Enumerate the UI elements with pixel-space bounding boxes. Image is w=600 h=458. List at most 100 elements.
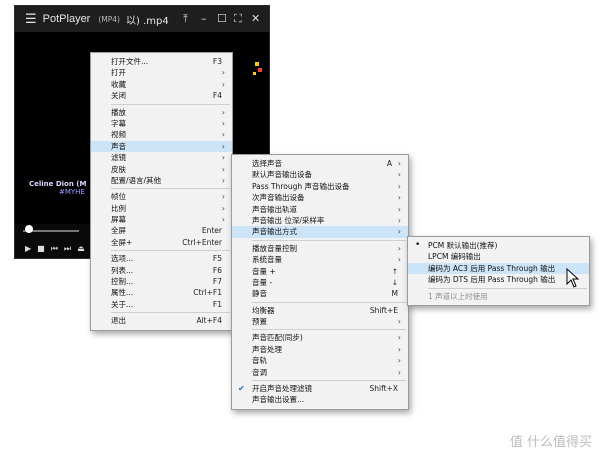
menu-item-label: 编码为 AC3 后用 Pass Through 输出 [428, 263, 556, 273]
menu-item-shortcut: Shift+X [369, 384, 398, 394]
menu-item[interactable]: • PCM 默认输出(推荐) [408, 240, 589, 251]
menu-item[interactable]: 声音输出方式 › [232, 226, 408, 238]
menu-item-label: 关闭 [111, 91, 126, 101]
menu-item[interactable]: 默认声音输出设备 › [232, 169, 408, 180]
menu-item[interactable]: 关于... F1 [91, 299, 232, 310]
menu-item[interactable]: 编码为 DTS 后用 Pass Through 输出 [408, 274, 589, 285]
menu-item[interactable]: LPCM 编码输出 [408, 251, 589, 262]
submenu-arrow-icon: › [397, 215, 401, 225]
submenu-arrow-icon: › [221, 192, 225, 202]
menu-item-label: 开启声音处理滤镜 [252, 384, 312, 394]
menu-item[interactable]: 均衡器 Shift+E [232, 305, 408, 316]
menu-item-label: 视频 [111, 130, 126, 140]
menu-item[interactable]: 退出 Alt+F4 [91, 315, 232, 326]
submenu-arrow-icon: › [397, 333, 401, 343]
menu-item-shortcut: Shift+E [369, 305, 398, 315]
menu-item[interactable]: 打开 › [91, 67, 232, 78]
menu-item-label: 声音输出轨道 [252, 204, 297, 214]
menu-item-label: 收藏 [111, 79, 126, 89]
menu-item[interactable]: 打开文件... F3 [91, 56, 232, 67]
menu-item: 1 声道以上时使用 [408, 291, 589, 302]
menu-item[interactable]: 次声音输出设备 › [232, 192, 408, 203]
menu-item[interactable]: 音量 - ↓ [232, 277, 408, 288]
stop-icon[interactable]: ■ [37, 244, 45, 254]
submenu-sound: 选择声音 A › 默认声音输出设备 › Pass Through 声音输出设备 › 次声音输出… [231, 154, 409, 410]
menu-item[interactable]: 收藏 › [91, 79, 232, 90]
menu-item[interactable]: 控制... F7 [91, 276, 232, 287]
minimize-icon[interactable]: – [201, 12, 207, 25]
menu-item-label: 均衡器 [252, 305, 275, 315]
app-title: PotPlayer [42, 13, 91, 25]
menu-item[interactable]: 声音输出轨道 › [232, 204, 408, 215]
menu-item[interactable]: 屏幕 › [91, 214, 232, 225]
menu-item[interactable]: ✔ 开启声音处理滤镜 Shift+X [232, 383, 408, 394]
maximize-icon[interactable]: ☐ [217, 12, 227, 25]
menu-item-shortcut: F1 [212, 299, 222, 309]
hamburger-icon[interactable]: ☰ [25, 12, 37, 27]
menu-item[interactable]: 声音处理 › [232, 344, 408, 355]
menu-item[interactable]: 比例 › [91, 203, 232, 214]
menu-item-label: 控制... [111, 277, 134, 287]
menu-item[interactable]: 音量 + ↑ [232, 266, 408, 277]
menu-item[interactable]: 关闭 F4 [91, 90, 232, 101]
menu-item-shortcut: Ctrl+Enter [182, 237, 222, 247]
pin-icon[interactable]: ⤒ [183, 12, 188, 26]
submenu-arrow-icon: › [221, 118, 225, 128]
menu-item-label: 全屏+ [111, 237, 133, 247]
menu-item[interactable]: 声音输出设置... [232, 394, 408, 405]
seek-handle[interactable] [25, 225, 33, 233]
menu-item[interactable]: 播放 › [91, 107, 232, 118]
menu-item[interactable]: 列表... F6 [91, 265, 232, 276]
video-caption: Celine Dion (M [29, 180, 87, 188]
close-icon[interactable]: ✕ [251, 12, 260, 25]
menu-item-shortcut: F7 [212, 277, 222, 287]
menu-item[interactable]: 静音 M [232, 288, 408, 299]
menu-item[interactable]: 全屏+ Ctrl+Enter [91, 237, 232, 248]
menu-item[interactable]: 帧位 › [91, 191, 232, 202]
menu-item-label: 字幕 [111, 118, 126, 128]
menu-item[interactable]: 预置 › [232, 316, 408, 327]
menu-item[interactable]: 字幕 › [91, 118, 232, 129]
menu-item[interactable]: 皮肤 › [91, 164, 232, 175]
previous-icon[interactable]: ⏮ [51, 244, 58, 254]
menu-item-shortcut: ↓ [391, 277, 398, 287]
menu-item[interactable]: 声音匹配(同步) › [232, 332, 408, 343]
menu-item-label: 声音处理 [252, 344, 282, 354]
submenu-arrow-icon: › [397, 367, 401, 377]
menu-item-shortcut: F4 [212, 91, 222, 101]
menu-item[interactable]: 全屏 Enter [91, 225, 232, 236]
submenu-arrow-icon: › [397, 193, 401, 203]
menu-item[interactable]: Pass Through 声音输出设备 › [232, 181, 408, 192]
fullscreen-icon[interactable]: ⛶ [234, 12, 242, 26]
menu-item[interactable]: 选项... F5 [91, 253, 232, 264]
menu-item[interactable]: 编码为 AC3 后用 Pass Through 输出 [408, 262, 589, 275]
next-icon[interactable]: ⏭ [64, 244, 71, 254]
submenu-arrow-icon: › [221, 141, 225, 151]
menu-item[interactable]: 系统音量 › [232, 254, 408, 265]
menu-item[interactable]: 音轨 › [232, 355, 408, 366]
menu-item-label: 预置 [252, 317, 267, 327]
menu-item[interactable]: 声音 › [91, 140, 232, 153]
menu-item[interactable]: 选择声音 A › [232, 158, 408, 169]
video-light [253, 72, 256, 75]
menu-separator [111, 188, 230, 190]
menu-item[interactable]: 音调 › [232, 367, 408, 378]
eject-icon[interactable]: ⏏ [77, 244, 85, 254]
play-icon[interactable]: ▶ [25, 244, 31, 254]
menu-item-shortcut: F5 [212, 254, 222, 264]
menu-item-shortcut: M [391, 289, 398, 299]
submenu-arrow-icon: › [397, 181, 401, 191]
submenu-arrow-icon: › [221, 153, 225, 163]
menu-item[interactable]: 声音输出 位深/采样率 › [232, 215, 408, 226]
menu-item-label: 音量 - [252, 277, 273, 287]
menu-item[interactable]: 配置/语言/其他 › [91, 175, 232, 186]
menu-item-label: 声音 [111, 141, 126, 151]
menu-item[interactable]: 播放音量控制 › [232, 243, 408, 254]
menu-separator [111, 312, 230, 314]
menu-item[interactable]: 视频 › [91, 129, 232, 140]
menu-item-shortcut: Enter [201, 226, 222, 236]
menu-item[interactable]: 滤镜 › [91, 152, 232, 163]
submenu-arrow-icon: › [221, 175, 225, 185]
submenu-arrow-icon: › [221, 203, 225, 213]
menu-item[interactable]: 属性... Ctrl+F1 [91, 287, 232, 298]
